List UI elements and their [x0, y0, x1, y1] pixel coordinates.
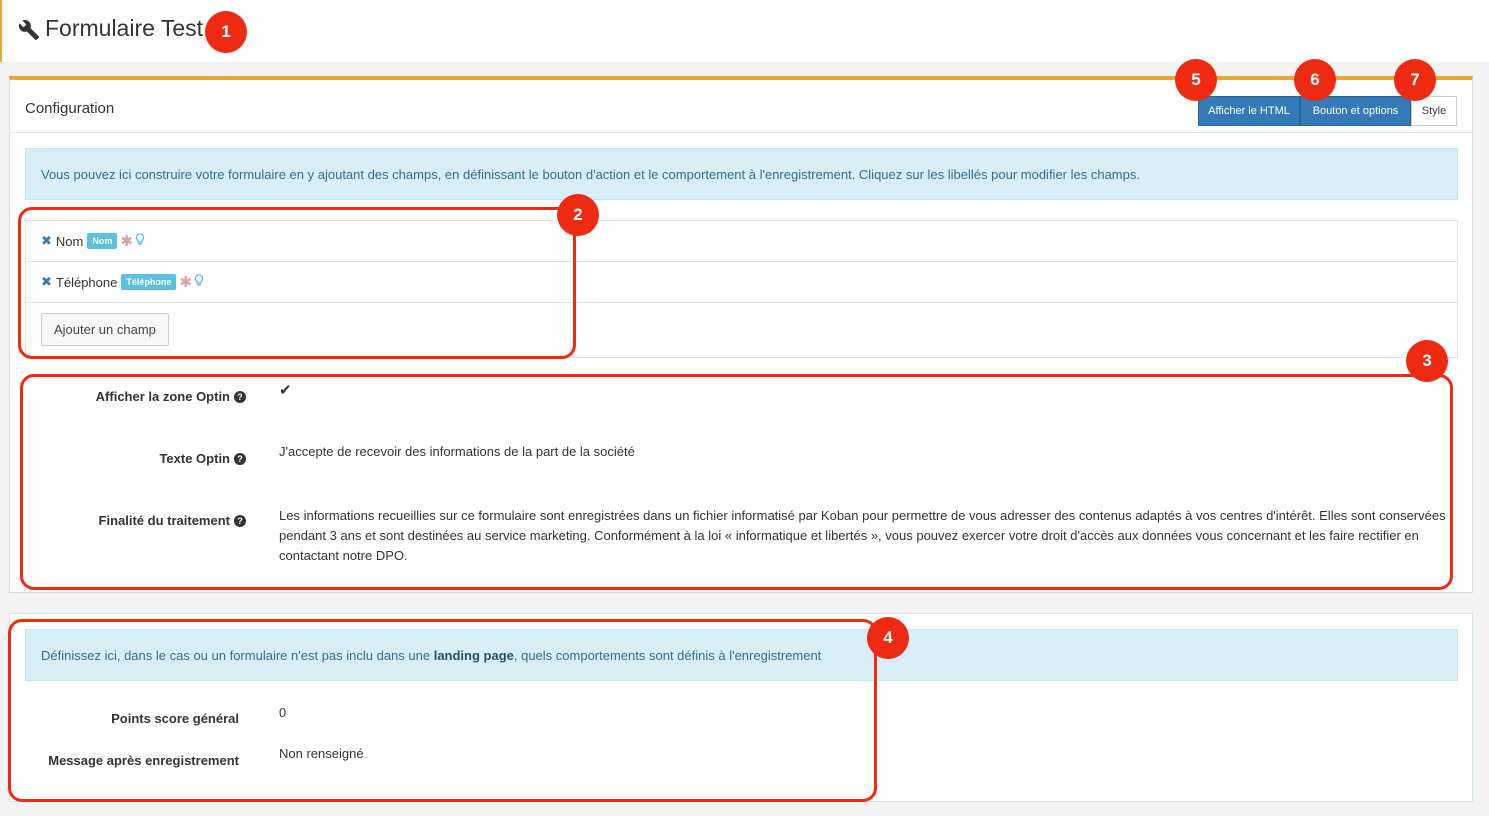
- annotation-badge: 4: [867, 617, 909, 659]
- remove-field-icon[interactable]: ✖: [41, 274, 52, 290]
- message-label: Message après enregistrement: [48, 753, 239, 768]
- annotation-badge: 6: [1294, 59, 1336, 101]
- field-row-telephone: ✖ Téléphone Téléphone ✱: [26, 262, 1457, 303]
- config-info-alert: Vous pouvez ici construire votre formula…: [25, 148, 1458, 200]
- annotation-badge: 3: [1406, 340, 1448, 382]
- help-icon[interactable]: ?: [234, 514, 246, 527]
- required-asterisk-icon[interactable]: ✱: [120, 232, 133, 250]
- annotation-badge: 1: [205, 11, 247, 53]
- help-icon[interactable]: ?: [234, 452, 246, 465]
- behavior-panel: Définissez ici, dans le cas ou un formul…: [9, 613, 1473, 802]
- fields-list: ✖ Nom Nom ✱ ✖ Téléphone Téléphone ✱ Ajou…: [25, 220, 1458, 358]
- field-label[interactable]: Nom: [56, 234, 83, 249]
- purpose-value: Les informations recueillies sur ce form…: [279, 508, 1446, 563]
- panel-heading: Configuration Afficher le HTML Bouton et…: [10, 80, 1472, 133]
- help-icon[interactable]: ?: [234, 390, 246, 403]
- score-label: Points score général: [111, 711, 239, 726]
- annotation-badge: 5: [1175, 59, 1217, 101]
- optin-show-label: Afficher la zone Optin ?: [96, 389, 246, 404]
- message-value: Non renseigné: [279, 746, 364, 761]
- lightbulb-icon[interactable]: [194, 274, 204, 290]
- annotation-badge: 2: [557, 194, 599, 236]
- required-asterisk-icon[interactable]: ✱: [179, 273, 192, 291]
- show-html-button[interactable]: Afficher le HTML: [1198, 96, 1300, 126]
- optin-show-value: ✔: [279, 382, 292, 399]
- optin-text-label: Texte Optin ?: [159, 451, 246, 466]
- score-value: 0: [279, 705, 287, 720]
- configuration-panel: Configuration Afficher le HTML Bouton et…: [9, 76, 1473, 593]
- panel-title: Configuration: [25, 100, 115, 117]
- annotation-badge: 7: [1394, 59, 1436, 101]
- purpose-label: Finalité du traitement ?: [99, 513, 246, 528]
- add-field-button[interactable]: Ajouter un champ: [41, 313, 169, 346]
- field-label[interactable]: Téléphone: [56, 275, 117, 290]
- lightbulb-icon[interactable]: [135, 233, 145, 249]
- wrench-icon: [18, 19, 40, 44]
- field-row-nom: ✖ Nom Nom ✱: [26, 221, 1457, 262]
- optin-text-value: J'accepte de recevoir des informations d…: [279, 444, 635, 459]
- field-type-tag: Téléphone: [121, 274, 177, 290]
- landing-page-emphasis: landing page: [433, 647, 514, 663]
- field-type-tag: Nom: [87, 233, 118, 249]
- behavior-info-alert: Définissez ici, dans le cas ou un formul…: [25, 629, 1458, 681]
- remove-field-icon[interactable]: ✖: [41, 233, 52, 249]
- page-title: Formulaire Test: [45, 15, 204, 41]
